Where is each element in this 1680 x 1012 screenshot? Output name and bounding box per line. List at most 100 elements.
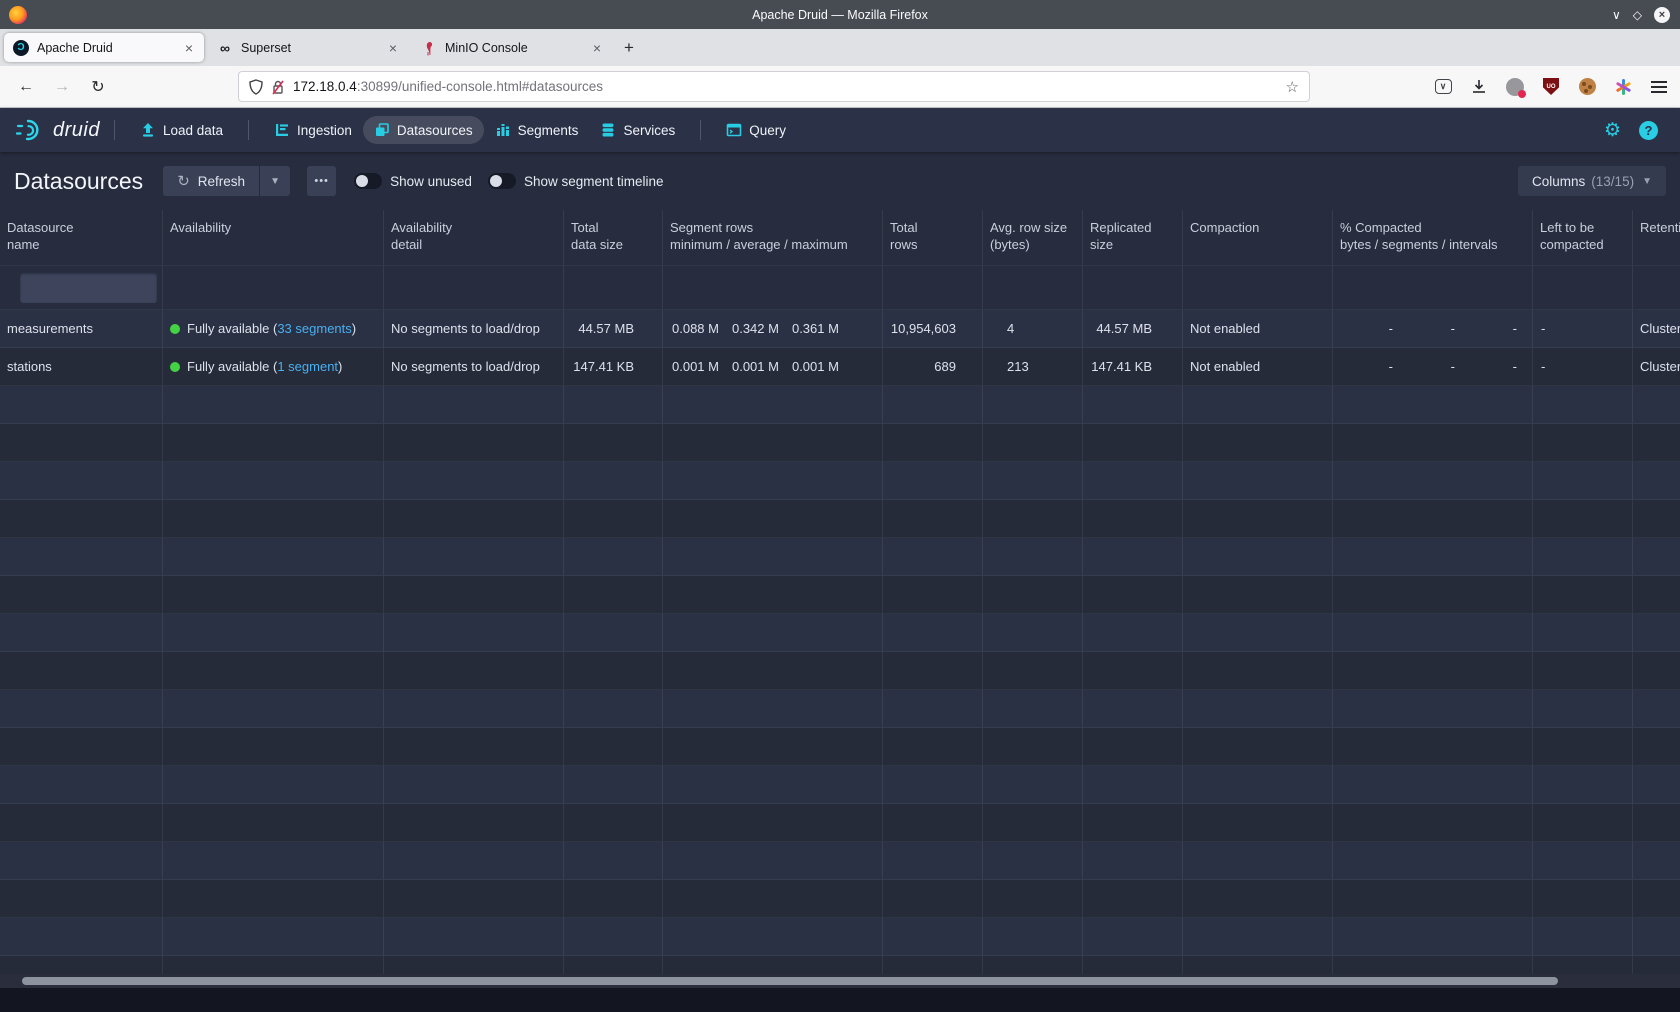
segments-link[interactable]: 33 segments: [277, 321, 351, 336]
empty-cell: [1183, 956, 1333, 974]
cell-segment-rows: 0.088 M0.342 M0.361 M: [663, 310, 883, 347]
column-header[interactable]: % Compactedbytes / segments / intervals: [1333, 210, 1533, 265]
url-bar[interactable]: 172.18.0.4:30899/unified-console.html#da…: [238, 71, 1310, 102]
column-header[interactable]: Availabilitydetail: [384, 210, 564, 265]
tab-minio-console[interactable]: MinIO Console×: [412, 33, 612, 62]
empty-cell: [1183, 538, 1333, 575]
query-icon: [726, 122, 742, 138]
reload-button[interactable]: ↻: [84, 77, 112, 97]
url-toolbar: ← → ↻ 172.18.0.4:30899/unified-console.h…: [0, 66, 1680, 108]
empty-cell: [663, 766, 883, 803]
empty-cell: [1333, 804, 1533, 841]
horizontal-scrollbar[interactable]: [0, 974, 1680, 988]
nav-item-services[interactable]: Services: [589, 116, 686, 144]
empty-cell: [1183, 918, 1333, 955]
maximize-button[interactable]: ◇: [1633, 8, 1642, 22]
nav-item-ingestion[interactable]: Ingestion: [263, 116, 363, 144]
bookmark-star-icon[interactable]: ☆: [1286, 78, 1299, 96]
forward-button[interactable]: →: [48, 78, 76, 96]
empty-cell: [564, 766, 663, 803]
column-header[interactable]: Retention: [1633, 210, 1680, 265]
refresh-dropdown-button[interactable]: ▼: [259, 166, 290, 196]
scrollbar-thumb[interactable]: [22, 977, 1558, 985]
help-icon[interactable]: ?: [1639, 121, 1658, 140]
nav-item-datasources[interactable]: Datasources: [363, 116, 484, 144]
segment-rows-value: 0.001 M: [792, 359, 839, 374]
back-button[interactable]: ←: [12, 78, 40, 96]
new-tab-button[interactable]: +: [624, 38, 634, 58]
nav-item-label: Load data: [163, 123, 223, 138]
filter-cell: [1633, 266, 1680, 309]
datasource-row-stations: stationsFully available (1 segment)No se…: [0, 348, 1680, 386]
datasource-filter-input[interactable]: [20, 273, 157, 303]
ublock-icon[interactable]: UO: [1540, 76, 1562, 98]
nav-item-label: Datasources: [397, 123, 473, 138]
column-header[interactable]: Left to becompacted: [1533, 210, 1633, 265]
column-header[interactable]: Availability: [163, 210, 384, 265]
cookie-icon[interactable]: [1576, 76, 1598, 98]
column-header[interactable]: Datasourcename: [0, 210, 163, 265]
filter-cell: [983, 266, 1083, 309]
empty-cell: [0, 804, 163, 841]
column-header[interactable]: Compaction: [1183, 210, 1333, 265]
empty-cell: [883, 462, 983, 499]
show-segment-timeline-toggle[interactable]: [488, 173, 516, 189]
empty-cell: [1333, 728, 1533, 765]
empty-cell: [663, 918, 883, 955]
url-text[interactable]: 172.18.0.4:30899/unified-console.html#da…: [293, 79, 1286, 94]
empty-cell: [1533, 538, 1633, 575]
tab-apache-druid[interactable]: ƆApache Druid×: [4, 33, 204, 62]
nav-item-segments[interactable]: Segments: [484, 116, 590, 144]
column-header[interactable]: Replicatedsize: [1083, 210, 1183, 265]
segments-link[interactable]: 1 segment: [277, 359, 338, 374]
close-button[interactable]: ×: [1654, 7, 1670, 23]
druid-icon: Ɔ: [13, 40, 29, 56]
empty-row: [0, 842, 1680, 880]
cell-segment-rows: 0.001 M0.001 M0.001 M: [663, 348, 883, 385]
services-icon: [600, 122, 616, 138]
empty-cell: [564, 728, 663, 765]
tab-close-icon[interactable]: ×: [387, 40, 399, 56]
empty-cell: [1533, 576, 1633, 613]
empty-cell: [983, 614, 1083, 651]
more-actions-button[interactable]: •••: [307, 166, 336, 196]
shield-icon[interactable]: [249, 79, 263, 95]
empty-cell: [1533, 462, 1633, 499]
nav-item-query[interactable]: Query: [715, 116, 797, 144]
tab-close-icon[interactable]: ×: [591, 40, 603, 56]
empty-cell: [663, 386, 883, 423]
empty-row: [0, 652, 1680, 690]
settings-gear-icon[interactable]: ⚙: [1604, 119, 1621, 142]
insecure-lock-icon[interactable]: [271, 79, 285, 95]
empty-cell: [564, 462, 663, 499]
empty-cell: [0, 500, 163, 537]
nav-item-load-data[interactable]: Load data: [129, 116, 234, 144]
menu-icon[interactable]: [1648, 76, 1670, 98]
empty-cell: [0, 576, 163, 613]
columns-button[interactable]: Columns (13/15) ▼: [1518, 166, 1666, 196]
empty-cell: [1183, 614, 1333, 651]
container-asterisk-icon[interactable]: [1612, 76, 1634, 98]
druid-logo[interactable]: druid: [16, 118, 100, 142]
empty-cell: [163, 652, 384, 689]
empty-cell: [384, 690, 564, 727]
show-unused-toggle[interactable]: [354, 173, 382, 189]
column-header[interactable]: Segment rowsminimum / average / maximum: [663, 210, 883, 265]
download-icon[interactable]: [1468, 76, 1490, 98]
extension-icon[interactable]: [1504, 76, 1526, 98]
minimize-button[interactable]: ∨: [1612, 8, 1621, 22]
tab-close-icon[interactable]: ×: [183, 40, 195, 56]
filter-cell: [1333, 266, 1533, 309]
pocket-icon[interactable]: ∨: [1432, 76, 1454, 98]
available-dot-icon: [170, 362, 180, 372]
empty-cell: [1333, 614, 1533, 651]
column-header[interactable]: Avg. row size(bytes): [983, 210, 1083, 265]
column-header[interactable]: Totalrows: [883, 210, 983, 265]
empty-cell: [1533, 880, 1633, 917]
refresh-button[interactable]: ↻ Refresh: [163, 166, 259, 196]
tab-superset[interactable]: ∞Superset×: [208, 33, 408, 62]
empty-cell: [1533, 918, 1633, 955]
pct-compacted-value: -: [1333, 321, 1395, 336]
column-header[interactable]: Totaldata size: [564, 210, 663, 265]
empty-cell: [1333, 918, 1533, 955]
